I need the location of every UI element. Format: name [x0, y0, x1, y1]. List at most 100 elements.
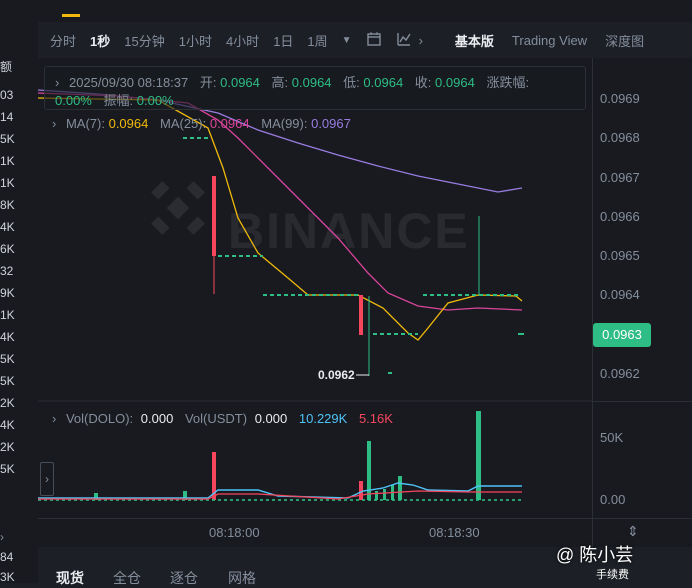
interval-1h[interactable]: 1小时	[172, 31, 219, 50]
left-value: 5K	[0, 352, 15, 366]
left-value: 03	[0, 88, 14, 102]
x-tick-label: 08:18:30	[429, 525, 480, 540]
y-tick-label: 0.0964	[600, 287, 640, 302]
close-label: 收:	[414, 75, 432, 90]
binance-watermark	[151, 181, 205, 235]
vol-ma1-value: 10.229K	[298, 411, 348, 426]
volume-bar	[383, 489, 386, 500]
ohlc-info-box: › 2025/09/30 08:18:37 开: 0.0964 高: 0.096…	[44, 66, 586, 110]
open-value: 0.0964	[220, 75, 260, 90]
axis-divider	[593, 401, 692, 402]
interval-1s[interactable]: 1秒	[83, 31, 117, 50]
interval-15m[interactable]: 15分钟	[117, 31, 171, 50]
left-value: 8K	[0, 198, 15, 212]
tab-grid[interactable]: 网格	[228, 568, 256, 588]
interval-dropdown-icon[interactable]: ▼	[335, 35, 359, 46]
low-label: 低:	[343, 75, 360, 90]
y-tick-label: 0.0966	[600, 209, 640, 224]
author-sub: 手续费	[596, 569, 629, 581]
collapse-chevron-icon[interactable]: ›	[52, 411, 56, 426]
y-tick-label: 0.0969	[600, 91, 640, 106]
volume-bar	[359, 481, 363, 500]
y-tick-label: 0.0965	[600, 248, 640, 263]
y-tick-label: 0.0962	[600, 366, 640, 381]
change-label: 涨跌幅:	[486, 75, 530, 90]
ma25-label: MA(25):	[159, 116, 207, 131]
low-marker-label: 0.0962	[318, 368, 355, 382]
left-value: 2K	[0, 440, 15, 454]
amplitude-value: 0.00%	[136, 93, 174, 108]
active-tab-indicator	[62, 14, 80, 17]
collapse-chevron-icon[interactable]: ›	[55, 75, 59, 90]
left-value: 4K	[0, 330, 15, 344]
ma99-value: 0.0967	[311, 116, 351, 131]
close-value: 0.0964	[435, 75, 475, 90]
left-value: 额	[0, 60, 13, 74]
tab-cross-margin[interactable]: 全仓	[113, 568, 141, 588]
left-value: 5K	[0, 374, 15, 388]
interval-4h[interactable]: 4小时	[219, 31, 266, 50]
volume-bar	[375, 491, 378, 500]
low-value: 0.0964	[363, 75, 404, 90]
left-value: 6K	[0, 242, 15, 256]
y-tick-label: 0.0968	[600, 130, 640, 145]
candle-datetime: 2025/09/30 08:18:37	[68, 75, 189, 90]
open-label: 开:	[199, 75, 217, 90]
left-value: 84	[0, 550, 14, 564]
candle-body-down	[212, 176, 216, 256]
left-value: 1K	[0, 176, 15, 190]
calendar-icon[interactable]	[359, 31, 389, 50]
ma7-value: 0.0964	[108, 116, 149, 131]
vol-ma2-value: 5.16K	[358, 411, 393, 426]
amplitude-label: 振幅:	[103, 93, 134, 108]
candle-body-down	[359, 295, 363, 335]
view-tradingview[interactable]: Trading View	[505, 33, 594, 48]
change-value: 0.00%	[55, 93, 92, 108]
left-value: 5K	[0, 462, 15, 476]
left-value: 1K	[0, 154, 15, 168]
interval-fenshi[interactable]: 分时	[43, 31, 83, 50]
price-axis[interactable]: 0.0969 0.0968 0.0967 0.0966 0.0965 0.096…	[592, 58, 692, 518]
interval-1d[interactable]: 1日	[266, 31, 300, 50]
y-tick-label: 0.0967	[600, 170, 640, 185]
view-depth[interactable]: 深度图	[598, 31, 651, 50]
high-value: 0.0964	[291, 75, 332, 90]
volume-bar	[367, 441, 371, 500]
left-value: 9K	[0, 286, 15, 300]
chevron-right-icon[interactable]: ›	[419, 33, 430, 48]
volume-bar	[398, 476, 402, 500]
view-basic[interactable]: 基本版	[448, 31, 501, 50]
tab-isolated-margin[interactable]: 逐仓	[170, 568, 198, 588]
chart-toolbar: 分时 1秒 15分钟 1小时 4小时 1日 1周 ▼ › 基本版 Trading…	[38, 22, 692, 58]
ma7-label: MA(7):	[65, 116, 105, 131]
left-value: 5K	[0, 132, 15, 146]
left-order-column: 额 03 14 5K 1K 1K 8K 4K 6K 32 9K 1K 4K 5K…	[0, 0, 38, 584]
volume-legend: › Vol(DOLO): 0.000 Vol(USDT) 0.000 10.22…	[52, 411, 393, 426]
left-value: 14	[0, 110, 14, 124]
vol-dolo-value: 0.000	[140, 411, 174, 426]
top-strip	[38, 0, 692, 22]
collapse-chevron-icon[interactable]: ›	[52, 116, 56, 131]
ma99-label: MA(99):	[261, 116, 308, 131]
left-value: 2K	[0, 396, 15, 410]
expand-panel-button[interactable]: ›	[40, 462, 54, 496]
interval-1w[interactable]: 1周	[300, 31, 334, 50]
auto-scale-icon[interactable]: ⇕	[627, 523, 639, 540]
author-watermark: @ 陈小芸	[556, 545, 634, 565]
ma-legend: › MA(7): 0.0964 MA(25): 0.0964 MA(99): 0…	[52, 116, 351, 131]
chevron-right-icon[interactable]: ›	[0, 530, 36, 544]
indicator-icon[interactable]	[389, 31, 419, 50]
left-value: 32	[0, 264, 14, 278]
vol-tick-label: 50K	[600, 430, 624, 445]
left-value: 3K	[0, 570, 15, 584]
high-label: 高:	[271, 75, 289, 90]
tab-spot[interactable]: 现货	[56, 568, 84, 588]
x-tick-label: 08:18:00	[209, 525, 260, 540]
time-axis[interactable]: 08:18:00 08:18:30	[38, 518, 592, 547]
ma25-value: 0.0964	[209, 116, 250, 131]
left-value: 1K	[0, 308, 15, 322]
left-value: 4K	[0, 418, 15, 432]
vol-dolo-label: Vol(DOLO):	[65, 411, 134, 426]
current-price-tag: 0.0963	[593, 323, 651, 347]
vol-usdt-label: Vol(USDT)	[184, 411, 248, 426]
